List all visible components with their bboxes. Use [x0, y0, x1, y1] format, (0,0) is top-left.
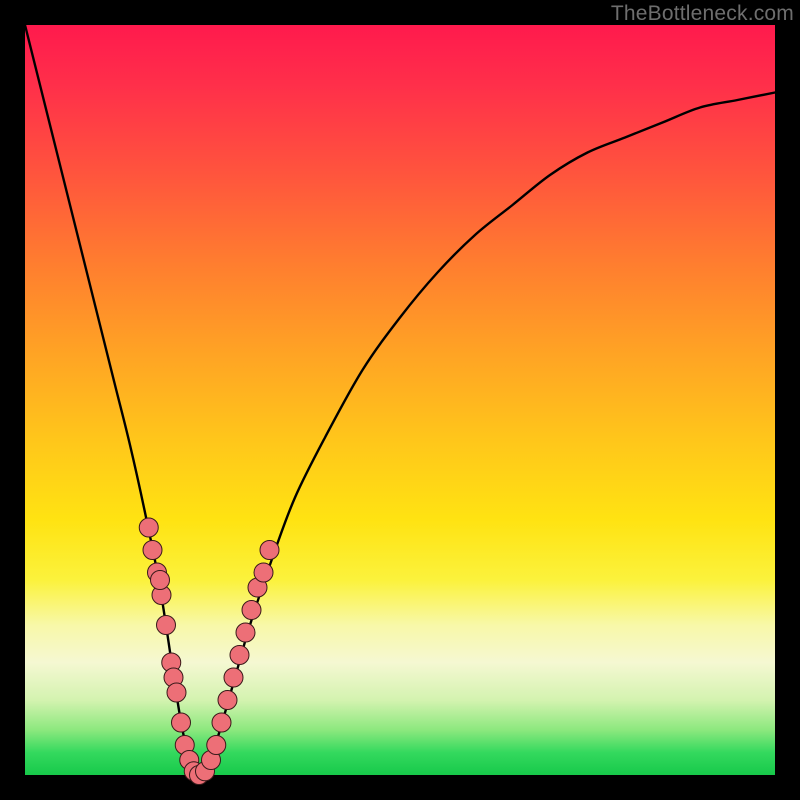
highlight-dot [212, 713, 231, 732]
chart-frame: TheBottleneck.com [0, 0, 800, 800]
highlight-dot [172, 713, 191, 732]
highlight-dot [139, 518, 158, 537]
highlight-dot [260, 541, 279, 560]
plot-area [25, 25, 775, 775]
highlight-dot [167, 683, 186, 702]
highlight-dot [151, 571, 170, 590]
highlight-dot [254, 563, 273, 582]
highlight-dot [218, 691, 237, 710]
watermark-text: TheBottleneck.com [611, 2, 794, 26]
highlight-dot [143, 541, 162, 560]
highlight-dot [224, 668, 243, 687]
bottleneck-curve-svg [25, 25, 775, 775]
curve-path-group [25, 25, 775, 775]
highlight-dot [157, 616, 176, 635]
highlight-dot [242, 601, 261, 620]
bottleneck-curve-path [25, 25, 775, 775]
highlight-dot [207, 736, 226, 755]
highlight-dot [230, 646, 249, 665]
highlight-dots-group [139, 518, 279, 785]
highlight-dot [236, 623, 255, 642]
